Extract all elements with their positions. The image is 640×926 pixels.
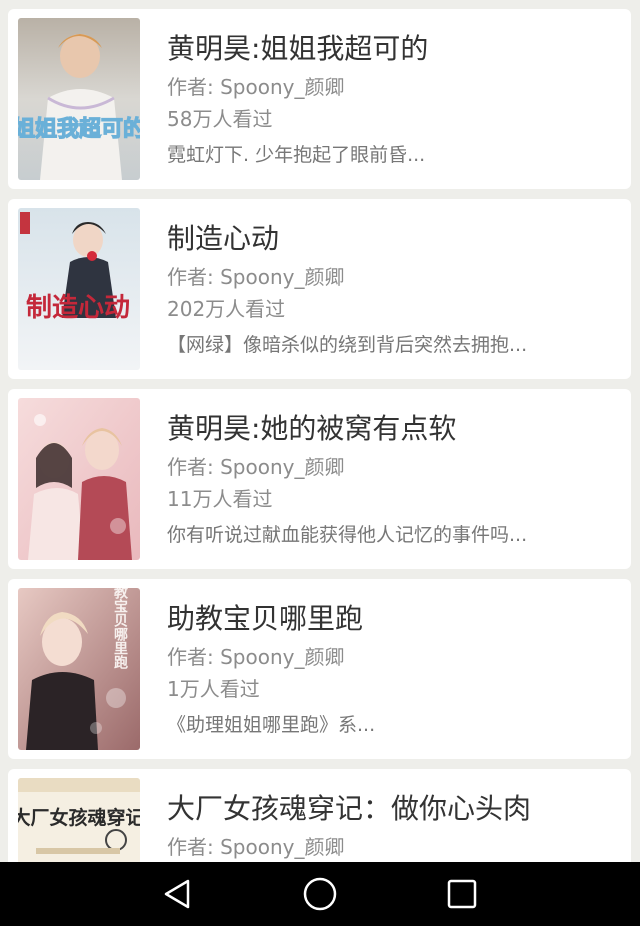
book-cover-art: 制造心动 — [18, 208, 140, 370]
book-card[interactable]: 黄明昊:她的被窝有点软 作者: Spoony_颜卿 11万人看过 你有听说过献血… — [8, 389, 631, 569]
book-cover-art: 助教宝贝哪里跑 — [18, 588, 140, 750]
book-description: 霓虹灯下. 少年抱起了眼前昏... — [167, 144, 426, 166]
book-views: 1万人看过 — [167, 677, 260, 701]
book-title[interactable]: 制造心动 — [167, 221, 279, 257]
book-description: 《助理姐姐哪里跑》系... — [167, 714, 376, 736]
book-cover[interactable] — [18, 398, 140, 560]
book-author: 作者: Spoony_颜卿 — [167, 645, 345, 669]
book-author: 作者: Spoony_颜卿 — [167, 455, 345, 479]
book-title[interactable]: 黄明昊:她的被窝有点软 — [167, 411, 456, 447]
book-views: 202万人看过 — [167, 297, 286, 321]
cover-title-text: 姐姐我超可的 — [18, 116, 140, 142]
cover-title-text: 制造心动 — [26, 293, 130, 323]
cover-title-text: 大厂女孩魂穿记 — [18, 806, 140, 829]
book-card[interactable]: 制造心动 制造心动 作者: Spoony_颜卿 202万人看过 【网绿】像暗杀似… — [8, 199, 631, 379]
book-cover-art — [18, 398, 140, 560]
book-description: 【网绿】像暗杀似的绕到背后突然去拥抱... — [167, 334, 528, 356]
book-title[interactable]: 大厂女孩魂穿记：做你心头肉 — [167, 791, 531, 827]
book-card[interactable]: 大厂女孩魂穿记 大厂女孩魂穿记：做你心头肉 作者: Spoony_颜卿 — [8, 769, 631, 862]
book-views: 58万人看过 — [167, 107, 273, 131]
app-screen: 姐姐我超可的 黄明昊:姐姐我超可的 作者: Spoony_颜卿 58万人看过 霓… — [0, 0, 640, 926]
book-card[interactable]: 助教宝贝哪里跑 助教宝贝哪里跑 作者: Spoony_颜卿 1万人看过 《助理姐… — [8, 579, 631, 759]
book-list: 姐姐我超可的 黄明昊:姐姐我超可的 作者: Spoony_颜卿 58万人看过 霓… — [0, 0, 640, 862]
book-author: 作者: Spoony_颜卿 — [167, 75, 345, 99]
book-author: 作者: Spoony_颜卿 — [167, 265, 345, 289]
back-triangle-icon[interactable] — [158, 874, 198, 914]
cover-title-text: 助教宝贝哪里跑 — [112, 588, 128, 670]
book-author: 作者: Spoony_颜卿 — [167, 835, 345, 859]
system-navigation-bar — [0, 862, 640, 926]
home-circle-icon[interactable] — [300, 874, 340, 914]
book-cover-art: 大厂女孩魂穿记 — [18, 778, 140, 862]
book-title[interactable]: 黄明昊:姐姐我超可的 — [167, 31, 428, 67]
book-card[interactable]: 姐姐我超可的 黄明昊:姐姐我超可的 作者: Spoony_颜卿 58万人看过 霓… — [8, 9, 631, 189]
book-cover[interactable]: 制造心动 — [18, 208, 140, 370]
book-description: 你有听说过献血能获得他人记忆的事件吗... — [167, 524, 528, 546]
recents-square-icon[interactable] — [442, 874, 482, 914]
book-cover-art: 姐姐我超可的 — [18, 18, 140, 180]
book-title[interactable]: 助教宝贝哪里跑 — [167, 601, 363, 637]
book-views: 11万人看过 — [167, 487, 273, 511]
book-cover[interactable]: 姐姐我超可的 — [18, 18, 140, 180]
book-cover[interactable]: 助教宝贝哪里跑 — [18, 588, 140, 750]
book-cover[interactable]: 大厂女孩魂穿记 — [18, 778, 140, 862]
